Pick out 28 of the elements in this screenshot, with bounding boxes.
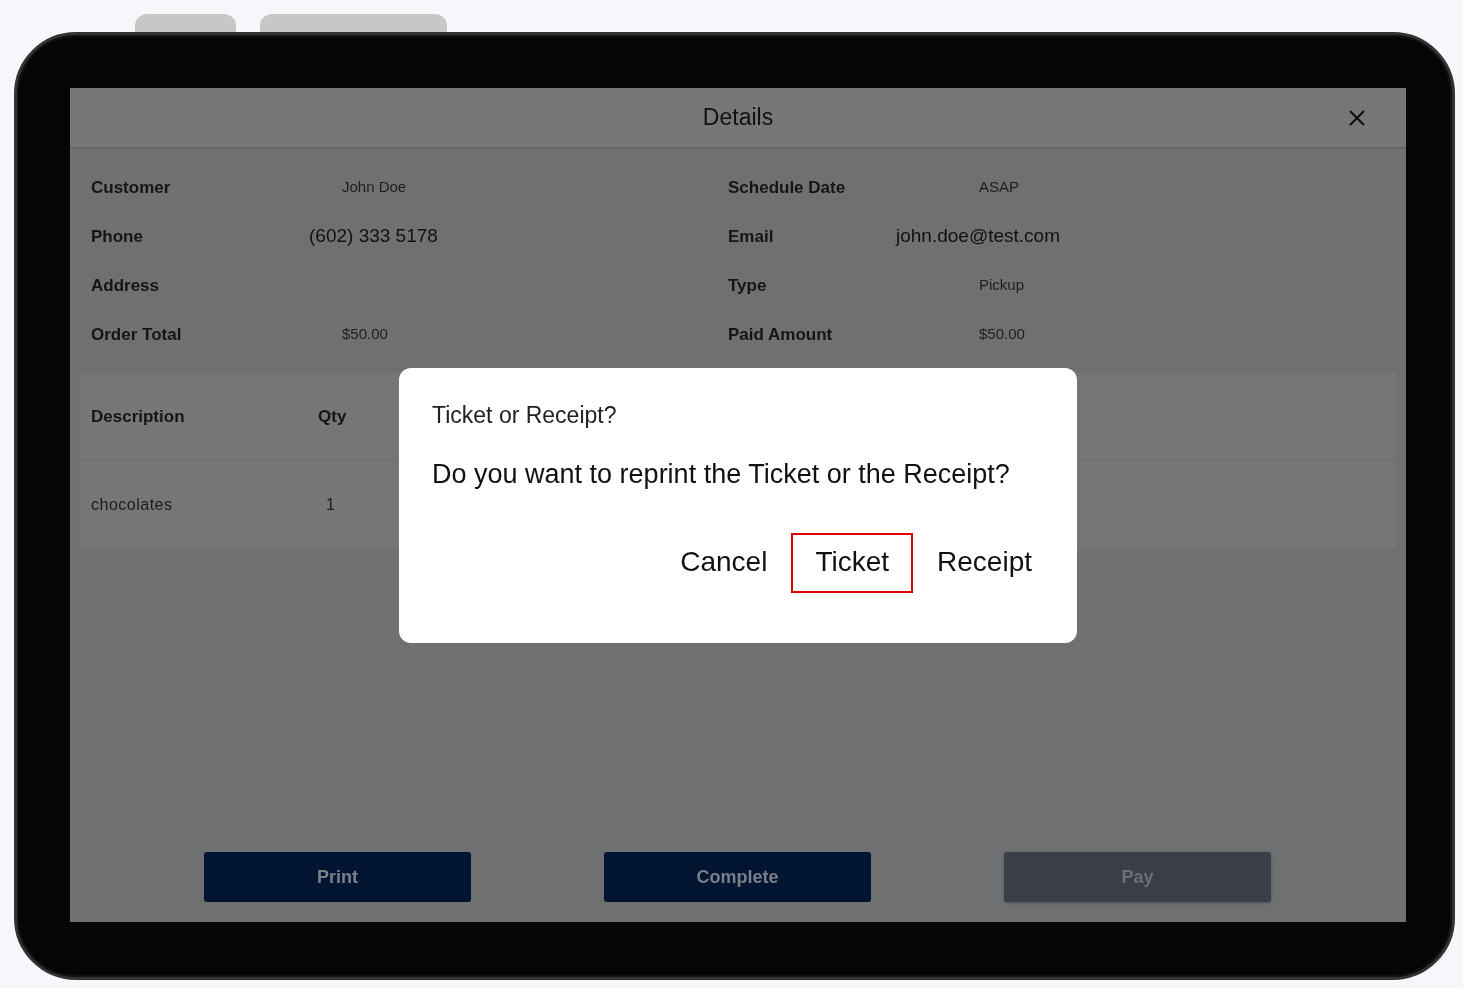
- dialog-message: Do you want to reprint the Ticket or the Receipt?: [432, 457, 1011, 491]
- close-icon[interactable]: [1348, 109, 1366, 127]
- field-value: John Doe: [342, 177, 407, 198]
- dialog-button[interactable]: Ticket: [791, 533, 914, 593]
- field-label: Type: [728, 274, 768, 297]
- field-label: Paid Amount: [728, 323, 834, 346]
- field-label: Customer: [91, 176, 172, 199]
- field-value: $50.00: [979, 324, 1025, 345]
- action-button[interactable]: Complete: [604, 852, 871, 902]
- field-label: Email: [728, 225, 775, 248]
- field-value: Pickup: [979, 275, 1025, 296]
- dialog-button[interactable]: Receipt: [913, 533, 1056, 593]
- action-button[interactable]: Print: [204, 852, 471, 902]
- field-value: (602) 333 5178: [309, 224, 438, 249]
- window-title: Details: [702, 103, 774, 133]
- column-header: Description: [91, 405, 186, 428]
- field-label: Schedule Date: [728, 176, 847, 199]
- field-value: $50.00: [342, 324, 388, 345]
- field-value: ASAP: [979, 177, 1020, 198]
- dialog-title: Ticket or Receipt?: [432, 401, 618, 430]
- table-cell-text: 1: [325, 495, 336, 515]
- column-header: Qty: [318, 405, 347, 428]
- table-cell-text: chocolates: [91, 495, 174, 515]
- field-label: Phone: [91, 225, 144, 248]
- field-label: Order Total: [91, 323, 183, 346]
- field-value: john.doe@test.com: [896, 224, 1060, 249]
- dialog-button[interactable]: Cancel: [656, 533, 792, 593]
- field-label: Address: [91, 274, 161, 297]
